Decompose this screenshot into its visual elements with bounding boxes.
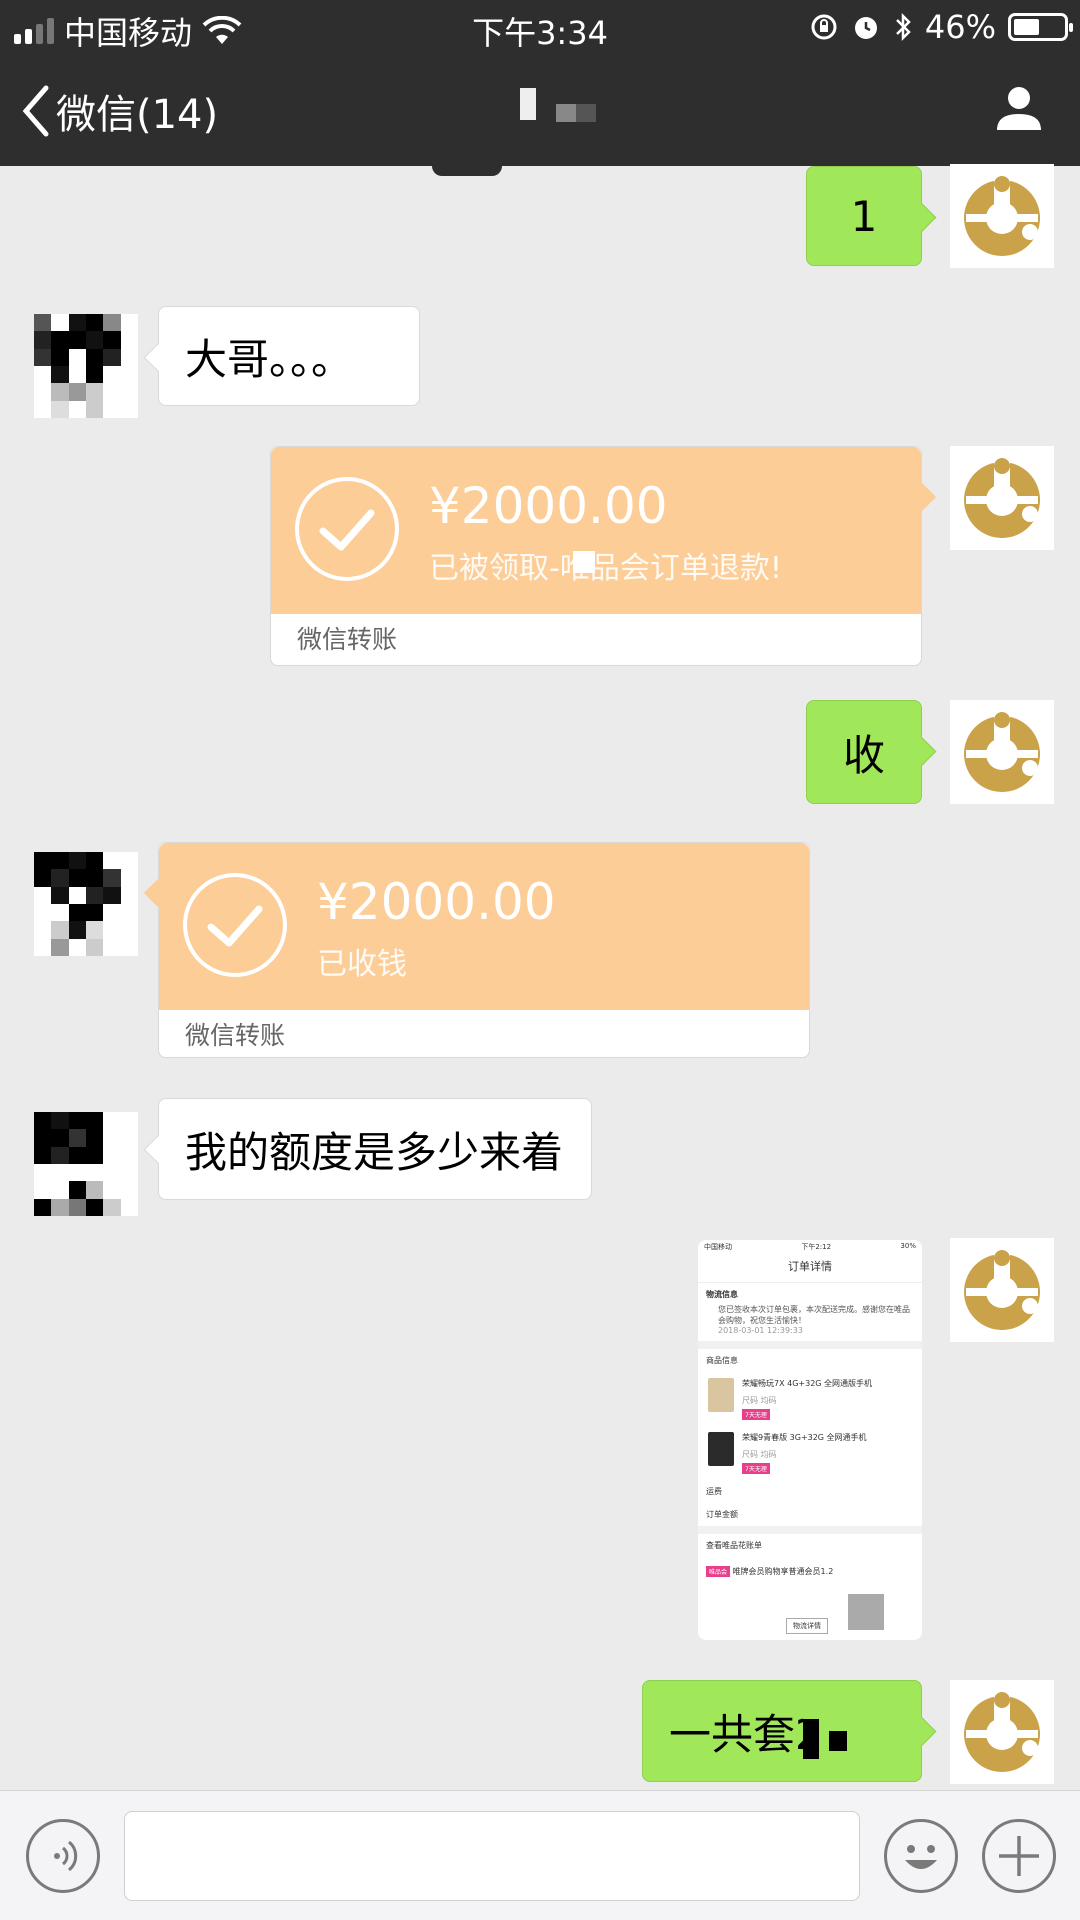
transfer-footer: 微信转账 [297,625,398,654]
transfer-top: ¥2000.00 已收钱 [159,843,809,1010]
my-avatar[interactable] [950,446,1054,550]
transfer-amount: ¥2000.00 [317,873,556,931]
thumb-product-name: 荣耀9青春版 3G+32G 全网通手机 [742,1433,867,1442]
transfer-footer: 微信转账 [185,1021,286,1050]
status-bar: 中国移动 下午3:34 46% [0,0,1080,54]
product-thumbnail [708,1378,734,1412]
input-bar [0,1790,1080,1920]
contact-avatar[interactable] [34,1112,138,1216]
thumb-order-amount: 订单金额 [706,1510,738,1519]
chevron-left-icon [22,85,49,137]
thumb-member-row: 唯品会 唯牌会员购物享普通会员1.2 [698,1557,922,1583]
thumb-product-name: 荣耀畅玩7X 4G+32G 全网通版手机 [742,1379,873,1388]
message-text: 我的额度是多少来着 [185,1127,564,1177]
thumb-logistics-header: 物流信息 [706,1290,738,1299]
contact-avatar[interactable] [34,314,138,418]
alarm-icon [854,17,877,39]
my-avatar[interactable] [950,164,1054,268]
thumb-product-spec: 尺码 均码 [742,1396,777,1405]
thumb-logistics-text: 您已签收本次订单包裹，本次配送完成。感谢您在唯品会购物，祝您生活愉快！ [718,1305,910,1325]
my-avatar[interactable] [950,1680,1054,1784]
message-bubble-sent[interactable]: 一共套2.3 [642,1680,922,1782]
gold-logo-icon [964,176,1040,256]
thumb-title: 订单详情 [698,1254,922,1283]
transfer-amount: ¥2000.00 [429,477,668,535]
transfer-note: 已收钱 [317,947,407,982]
transfer-top: ¥2000.00 已被领取-唯品会订单退款! [271,447,921,614]
thumb-bill-link: 查看唯品花账单 [706,1541,762,1550]
emoji-icon [905,1845,937,1869]
nav-bar: 微信(14) [0,54,1080,166]
back-button[interactable]: 微信(14) [20,82,218,140]
thumb-product-spec: 尺码 均码 [742,1450,777,1459]
check-icon [183,873,287,977]
thumb-member-tag: 唯品会 [706,1566,731,1577]
person-icon[interactable] [994,84,1044,134]
voice-button[interactable] [26,1819,100,1893]
thumb-logistics-button: 物流详情 [786,1618,828,1634]
transfer-card-received[interactable]: ¥2000.00 已收钱 微信转账 [158,842,810,1058]
thumb-logistics: 物流信息 您已签收本次订单包裹，本次配送完成。感谢您在唯品会购物，祝您生活愉快！… [698,1283,922,1341]
thumb-member-text: 唯牌会员购物享普通会员1.2 [732,1567,834,1576]
gold-logo-icon [964,1250,1040,1330]
redaction-block [573,551,595,573]
thumb-product: 荣耀畅玩7X 4G+32G 全网通版手机 尺码 均码 7天无理 [698,1372,922,1426]
message-text: 大哥。。。 [185,334,354,384]
my-avatar[interactable] [950,1238,1054,1342]
voice-icon [54,1840,78,1872]
redaction-block [848,1594,884,1630]
message-input[interactable] [124,1811,860,1901]
product-thumbnail [708,1432,734,1466]
transfer-note: 已被领取-唯品会订单退款! [429,551,782,586]
thumb-battery: 30% [900,1242,916,1250]
status-right: 46% [809,8,1073,46]
message-bubble-sent[interactable]: 收 [806,700,922,804]
thumb-carrier: 中国移动 [704,1243,732,1251]
chat-title-redacted [520,84,600,124]
message-bubble-received[interactable]: 我的额度是多少来着 [158,1098,592,1200]
emoji-button[interactable] [884,1819,958,1893]
nav-notch [432,166,502,176]
contact-avatar[interactable] [34,852,138,956]
bluetooth-icon [895,12,911,42]
rotation-lock-icon [811,14,837,40]
my-avatar[interactable] [950,700,1054,804]
message-text: 1 [850,191,878,241]
thumb-product: 荣耀9青春版 3G+32G 全网通手机 尺码 均码 7天无理 [698,1426,922,1480]
transfer-card-sent[interactable]: ¥2000.00 已被领取-唯品会订单退款! 微信转账 [270,446,922,666]
message-bubble-received[interactable]: 大哥。。。 [158,306,420,406]
redaction-block [803,1705,863,1775]
gold-logo-icon [964,458,1040,538]
thumb-shipping: 运费 [706,1487,722,1496]
thumb-logistics-time: 2018-03-01 12:39:33 [718,1326,803,1335]
thumb-goods-header: 商品信息 [706,1356,738,1365]
gold-logo-icon [964,1692,1040,1772]
message-text: 收 [842,730,885,780]
message-bubble-sent[interactable]: 1 [806,166,922,266]
thumb-status-bar: 中国移动 下午2:12 30% [698,1240,922,1254]
battery-percent: 46% [924,8,996,46]
image-message[interactable]: 中国移动 下午2:12 30% 订单详情 物流信息 您已签收本次订单包裹，本次配… [698,1240,922,1640]
thumb-time: 下午2:12 [801,1243,832,1251]
gold-logo-icon [964,712,1040,792]
plus-button[interactable] [982,1819,1056,1893]
thumb-product-tag: 7天无理 [742,1463,770,1474]
battery-icon [1008,13,1073,41]
plus-icon [999,1836,1039,1876]
thumb-product-tag: 7天无理 [742,1409,770,1420]
back-label: 微信(14) [56,92,219,138]
check-icon [295,477,399,581]
